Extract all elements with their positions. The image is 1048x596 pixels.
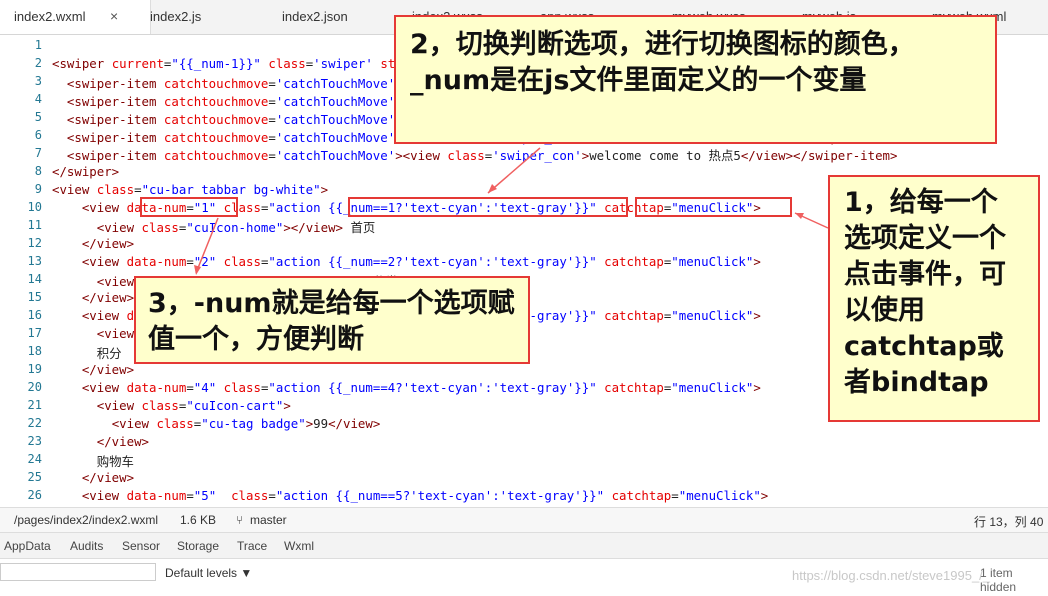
devtools-tab-4[interactable]: Trace bbox=[237, 539, 267, 553]
line-number: 8 bbox=[34, 164, 42, 178]
devtools-tab-bar: AppData Audits Sensor Storage Trace Wxml bbox=[0, 532, 1048, 559]
line-number: 21 bbox=[27, 398, 42, 412]
highlight-class-expression bbox=[348, 197, 628, 217]
code-line[interactable]: </view> bbox=[52, 362, 134, 377]
git-branch[interactable]: master bbox=[250, 513, 287, 527]
annotation-3: 3，-num就是给每一个选项赋值一个，方便判断 bbox=[134, 276, 530, 364]
line-number: 13 bbox=[27, 254, 42, 268]
line-number: 7 bbox=[34, 146, 42, 160]
line-number: 3 bbox=[34, 74, 42, 88]
branch-icon: ⑂ bbox=[236, 513, 244, 527]
devtools-tab-0[interactable]: AppData bbox=[4, 539, 51, 553]
line-number: 2 bbox=[34, 56, 42, 70]
line-number: 11 bbox=[27, 218, 42, 232]
line-number: 16 bbox=[27, 308, 42, 322]
code-line[interactable]: <view class="cu-tag badge">99</view> bbox=[52, 416, 381, 431]
code-line[interactable]: </view> bbox=[52, 470, 134, 485]
devtools-tab-5[interactable]: Wxml bbox=[284, 539, 314, 553]
line-number: 14 bbox=[27, 272, 42, 286]
tab-close-icon[interactable]: × bbox=[110, 8, 118, 24]
devtools-tab-2[interactable]: Sensor bbox=[122, 539, 160, 553]
line-number: 17 bbox=[27, 326, 42, 340]
code-line[interactable]: </view> bbox=[52, 434, 149, 449]
code-line[interactable]: </view> bbox=[52, 236, 134, 251]
code-line[interactable]: </view> bbox=[52, 290, 134, 305]
line-number: 6 bbox=[34, 128, 42, 142]
line-number: 22 bbox=[27, 416, 42, 430]
code-line[interactable]: <view class="cuIcon-home"></view> 首页 bbox=[52, 218, 375, 236]
line-number: 25 bbox=[27, 470, 42, 484]
console-filter-input[interactable] bbox=[0, 563, 156, 581]
code-line[interactable]: </swiper> bbox=[52, 164, 119, 179]
line-number: 18 bbox=[27, 344, 42, 358]
watermark: https://blog.csdn.net/steve1995_/_ bbox=[792, 568, 991, 583]
code-line[interactable]: 购物车 bbox=[52, 452, 134, 470]
line-number: 9 bbox=[34, 182, 42, 196]
line-number: 26 bbox=[27, 488, 42, 502]
file-path: /pages/index2/index2.wxml bbox=[14, 513, 159, 527]
line-number: 5 bbox=[34, 110, 42, 124]
code-line[interactable]: 积分 bbox=[52, 344, 122, 362]
line-number: 4 bbox=[34, 92, 42, 106]
status-bar: /pages/index2/index2.wxml 1.6 KB ⑂ maste… bbox=[0, 507, 1048, 532]
code-line[interactable]: <view data-num="5" class="action {{_num=… bbox=[52, 488, 768, 503]
line-number: 23 bbox=[27, 434, 42, 448]
code-line[interactable]: <view class="cu-bar tabbar bg-white"> bbox=[52, 182, 328, 197]
code-line[interactable]: <view data-num="4" class="action {{_num=… bbox=[52, 380, 761, 395]
log-levels-dropdown[interactable]: Default levels ▼ bbox=[165, 566, 252, 580]
code-line[interactable]: <view class="cuIcon-cart"> bbox=[52, 398, 291, 413]
line-number: 19 bbox=[27, 362, 42, 376]
line-number: 20 bbox=[27, 380, 42, 394]
line-number: 15 bbox=[27, 290, 42, 304]
devtools-tab-3[interactable]: Storage bbox=[177, 539, 219, 553]
cursor-position: 行 13，列 40 bbox=[974, 515, 1044, 529]
line-number: 10 bbox=[27, 200, 42, 214]
file-size: 1.6 KB bbox=[180, 513, 217, 527]
line-number-gutter: 1 2 3 4 5 6 7 8 9 10 11 12 13 14 15 16 17 18 19 20 21 22 23 24 2… bbox=[0, 35, 52, 507]
line-number: 24 bbox=[27, 452, 42, 466]
code-line[interactable]: <swiper-item catchtouchmove='catchTouchM… bbox=[52, 146, 898, 164]
highlight-data-num bbox=[140, 197, 238, 217]
annotation-1: 1，给每一个选项定义一个点击事件，可以使用catchtap或者bindtap bbox=[828, 175, 1040, 422]
highlight-catchtap bbox=[635, 197, 792, 217]
line-number: 12 bbox=[27, 236, 42, 250]
line-number: 1 bbox=[34, 38, 42, 52]
annotation-2: 2，切换判断选项，进行切换图标的颜色，_num是在js文件里面定义的一个变量 bbox=[394, 15, 997, 144]
code-line[interactable]: <view data-num="2" class="action {{_num=… bbox=[52, 254, 761, 269]
tab-1[interactable]: index2.js bbox=[150, 0, 201, 34]
tab-0[interactable]: index2.wxml bbox=[0, 0, 151, 34]
hidden-items-count: 1 item hidden bbox=[980, 566, 1017, 594]
tab-2[interactable]: index2.json bbox=[282, 0, 348, 34]
devtools-tab-1[interactable]: Audits bbox=[70, 539, 103, 553]
